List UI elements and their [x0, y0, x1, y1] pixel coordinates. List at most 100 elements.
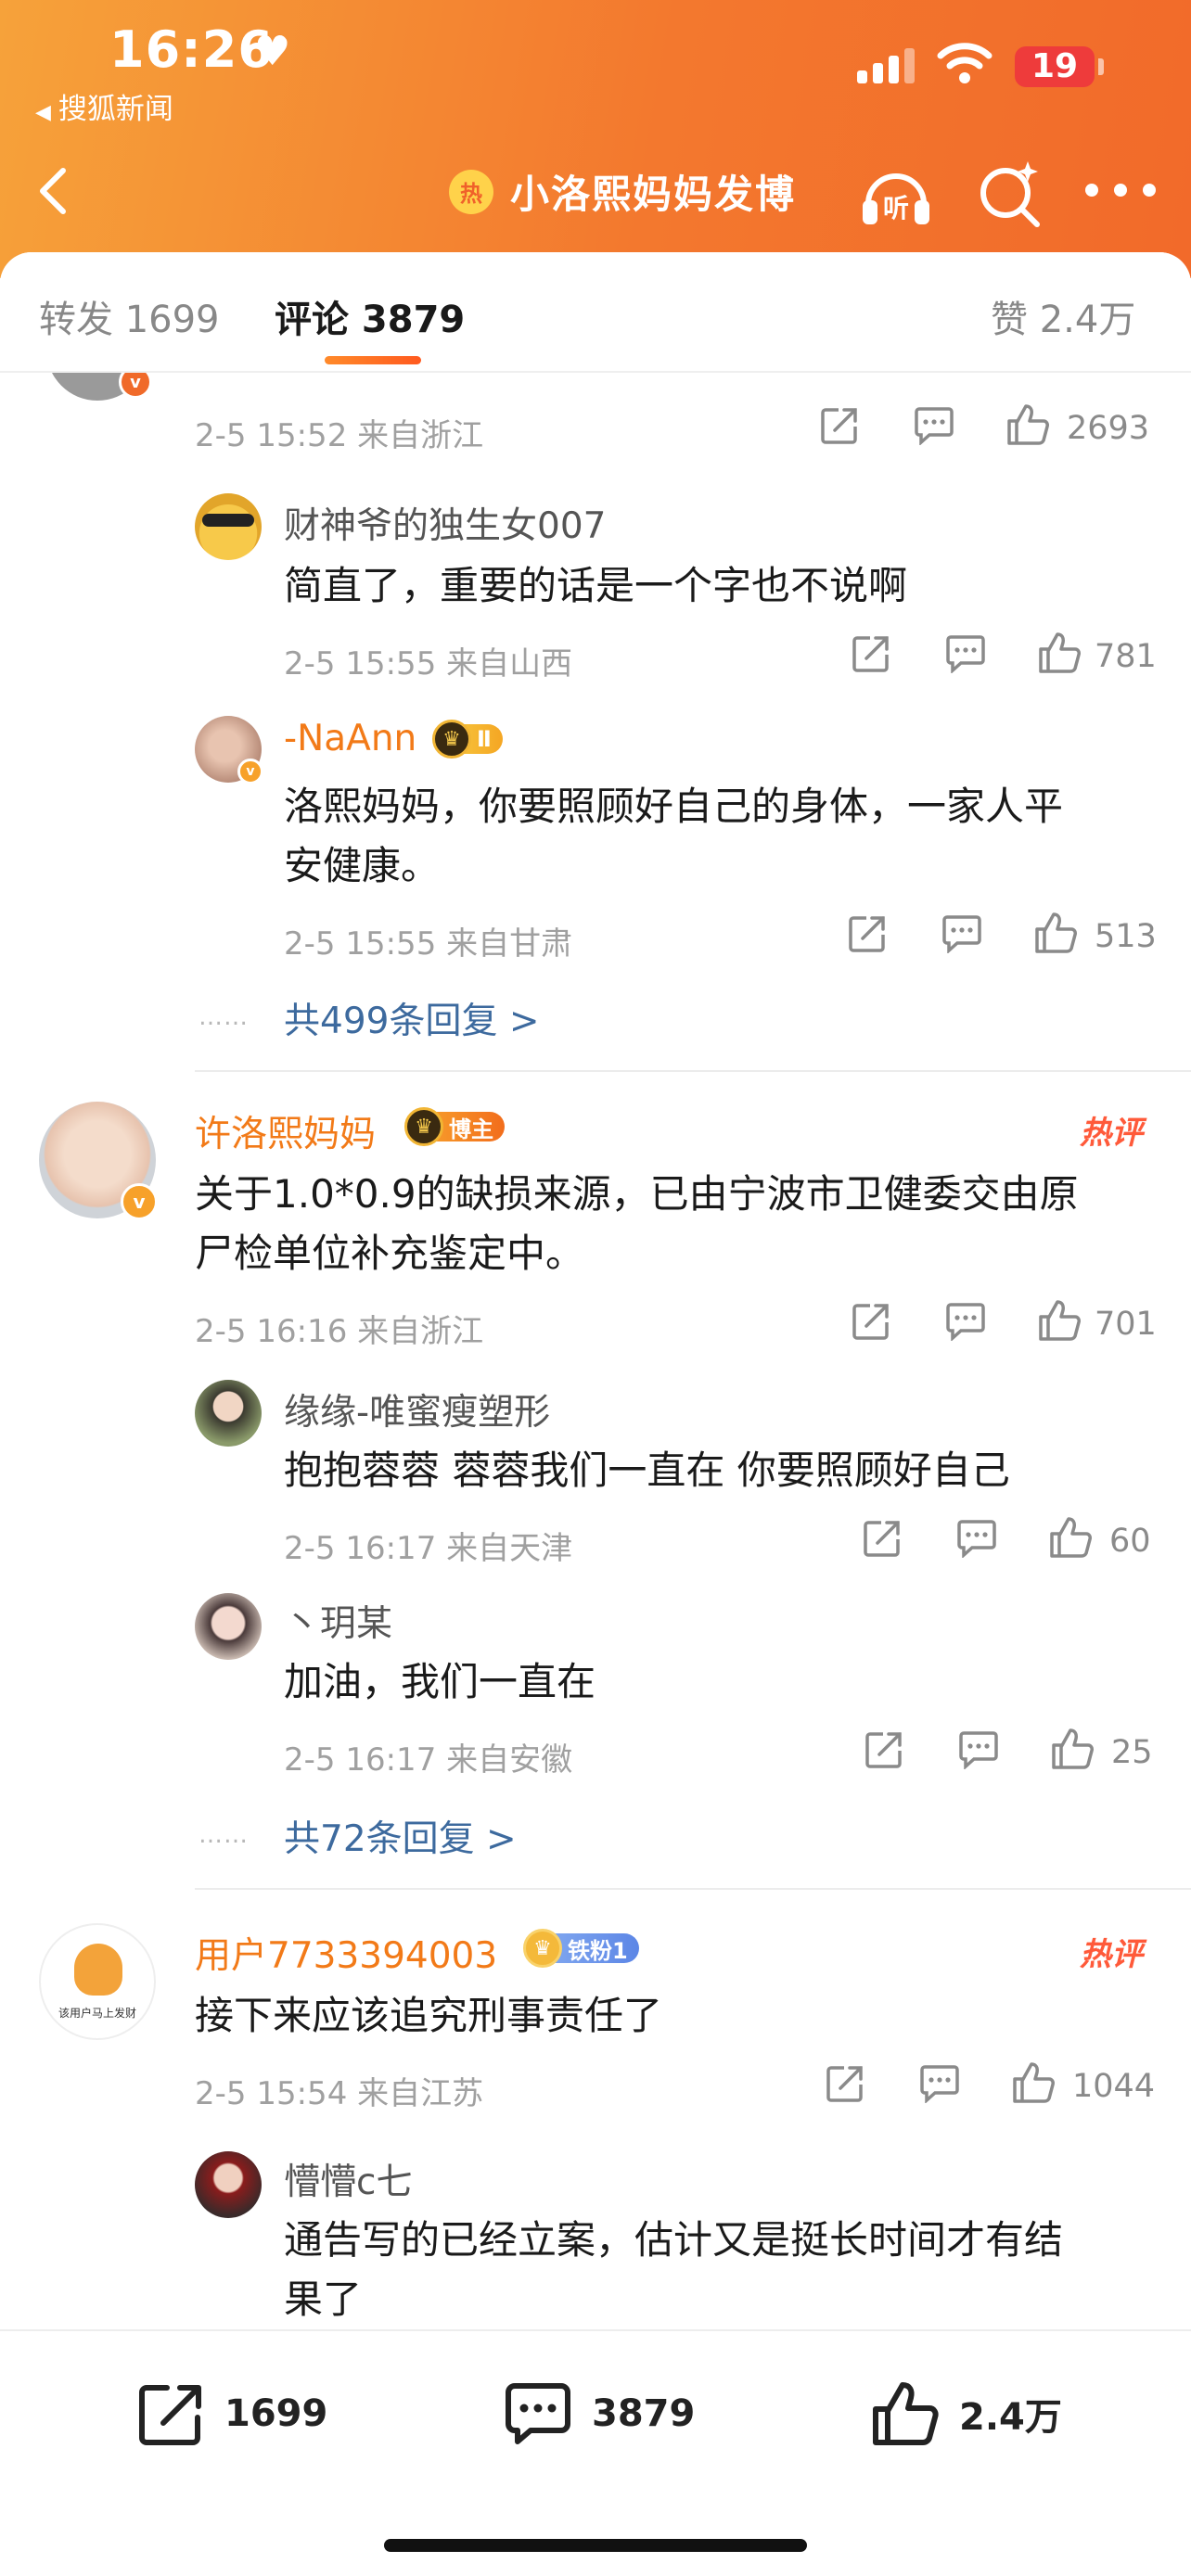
avatar[interactable]: 该用户马上发财 [39, 1923, 156, 2040]
repost-share-icon [139, 2385, 201, 2445]
reply-username[interactable]: 懵懵c七 [284, 2153, 412, 2205]
battery-indicator: 19 [1015, 46, 1095, 87]
comment-feed[interactable]: v 吵， 2-5 15:52 来自浙江 2693 财神爷的独生女007 简直了，… [0, 373, 1191, 2339]
blogger-badge: ♛ 博主 [404, 1107, 505, 1146]
reply-username[interactable]: 缘缘-唯蜜瘦塑形 [284, 1384, 550, 1435]
more-replies-link[interactable]: 共72条回复 > [284, 1810, 517, 1862]
like-icon[interactable] [1037, 1298, 1082, 1343]
verified-badge-icon: v [237, 759, 263, 784]
avatar[interactable] [195, 493, 262, 560]
like-icon[interactable] [1048, 1515, 1093, 1560]
crown-icon: ♛ [404, 1107, 443, 1146]
reply-text: 加油，我们一直在 [284, 1659, 596, 1704]
more-dots: …… [198, 1821, 249, 1849]
share-icon[interactable] [850, 632, 892, 675]
thread-divider [195, 1888, 1191, 1890]
reply-meta: 2-5 15:55 来自山西 [284, 645, 573, 682]
back-to-app-link[interactable]: ◀ 搜狐新闻 [35, 85, 173, 127]
wifi-icon [937, 43, 992, 83]
like-button[interactable]: 2.4万 [870, 2372, 1062, 2455]
reply-username[interactable]: -NaAnn [284, 718, 416, 759]
share-icon[interactable] [824, 2062, 866, 2105]
reply-text: 抱抱蓉蓉 蓉蓉我们一直在 你要照顾好自己 [284, 1447, 1010, 1493]
comment-meta: 2-5 16:16 来自浙江 [195, 1313, 484, 1350]
comment-text-line1: 关于1.0*0.9的缺损来源，已由宁波市卫健委交由原 [195, 1171, 1079, 1217]
fan-badge-label: 铁粉1 [551, 1933, 639, 1964]
more-replies-link[interactable]: 共499条回复 > [284, 992, 540, 1044]
reply-meta: 2-5 16:17 来自安徽 [284, 1741, 573, 1779]
avatar[interactable] [195, 2151, 262, 2218]
repost-count: 1699 [224, 2392, 328, 2435]
nav-title-group: 热 小洛熙妈妈发博 [449, 163, 796, 220]
app-header: 16:26 ♥ ◀ 搜狐新闻 19 热 小洛熙妈妈发博 听 [0, 0, 1191, 278]
avatar[interactable] [195, 1593, 262, 1660]
like-icon[interactable] [1011, 2060, 1056, 2105]
comment-text-line2: 尸检单位补充鉴定中。 [195, 1231, 585, 1276]
repost-button[interactable]: 1699 [135, 2372, 327, 2455]
share-icon[interactable] [850, 1300, 892, 1343]
tab-bar: 转发 1699 评论 3879 赞 2.4万 [0, 252, 1191, 373]
listen-label: 听 [883, 193, 909, 223]
hot-fire-icon: 热 [449, 169, 493, 214]
tab-comment[interactable]: 评论 3879 [275, 289, 465, 343]
back-arrow-icon[interactable] [28, 158, 83, 223]
reply-username[interactable]: 财神爷的独生女007 [284, 497, 606, 549]
comment-bubble-icon [506, 2383, 570, 2444]
reply-text: 简直了，重要的话是一个字也不说啊 [284, 563, 908, 608]
listen-headphones-icon[interactable]: 听 [857, 156, 935, 234]
comment-text: 接下来应该追究刑事责任了 [195, 1993, 663, 2038]
hot-comment-tag: 热评 [1080, 1936, 1143, 1973]
hot-comment-tag: 热评 [1080, 1115, 1143, 1152]
share-icon[interactable] [861, 1517, 903, 1560]
like-count: 781 [1095, 638, 1157, 675]
like-icon[interactable] [1037, 631, 1082, 675]
comment-icon[interactable] [955, 1519, 998, 1558]
comment-icon[interactable] [944, 1302, 987, 1341]
reply-text-line2: 安健康。 [284, 843, 441, 888]
comment-username[interactable]: 用户7733394003 [195, 1927, 497, 1979]
crown-icon: ♛ [432, 720, 471, 759]
comment-icon[interactable] [941, 914, 983, 953]
avatar-caption: 该用户马上发财 [58, 2007, 136, 2020]
comment-icon[interactable] [918, 2064, 961, 2103]
comment-count: 3879 [592, 2392, 696, 2435]
reply-text-line1: 通告写的已经立案，估计又是挺长时间才有结 [284, 2217, 1064, 2263]
comment-icon[interactable] [944, 634, 987, 673]
thread-divider [195, 1070, 1191, 1072]
like-count-total: 2.4万 [959, 2396, 1062, 2439]
like-count: 1044 [1072, 2068, 1156, 2105]
content-sheet: 转发 1699 评论 3879 赞 2.4万 v 吵， 2-5 15:52 来自… [0, 252, 1191, 2576]
cellular-signal-icon [857, 46, 916, 83]
back-triangle-icon: ◀ [35, 101, 51, 124]
reply-username[interactable]: 丶玥某 [284, 1595, 392, 1647]
tab-repost[interactable]: 转发 1699 [39, 289, 220, 343]
comment-icon[interactable] [913, 406, 955, 445]
more-options-icon[interactable] [1085, 184, 1156, 202]
comment-meta: 2-5 15:54 来自江苏 [195, 2075, 484, 2112]
comment-icon[interactable] [957, 1730, 1000, 1769]
comment-username[interactable]: 许洛熙妈妈 [195, 1105, 376, 1157]
verified-badge-icon: v [121, 1183, 158, 1220]
like-icon[interactable] [1005, 402, 1050, 447]
share-icon[interactable] [818, 404, 861, 447]
like-count: 2693 [1067, 410, 1150, 447]
like-count: 60 [1109, 1523, 1151, 1560]
level-badge: ♛ Ⅱ [432, 720, 503, 759]
reply-meta: 2-5 15:55 来自甘肃 [284, 925, 573, 963]
tab-like[interactable]: 赞 2.4万 [991, 289, 1135, 343]
like-icon[interactable] [1050, 1727, 1095, 1771]
nav-title: 小洛熙妈妈发博 [510, 172, 797, 217]
battery-cap [1098, 58, 1104, 75]
comment-button[interactable]: 3879 [503, 2372, 695, 2455]
bottom-action-bar: 1699 3879 2.4万 [0, 2329, 1191, 2576]
share-icon[interactable] [846, 912, 889, 955]
like-count: 513 [1095, 918, 1157, 955]
thumbs-up-icon [873, 2382, 939, 2445]
share-icon[interactable] [863, 1728, 905, 1771]
search-icon[interactable] [974, 156, 1048, 234]
home-indicator [384, 2539, 807, 2552]
avatar[interactable] [195, 1380, 262, 1447]
back-app-label: 搜狐新闻 [58, 93, 173, 126]
comment-meta: 2-5 15:52 来自浙江 [195, 417, 484, 454]
like-icon[interactable] [1033, 911, 1078, 955]
